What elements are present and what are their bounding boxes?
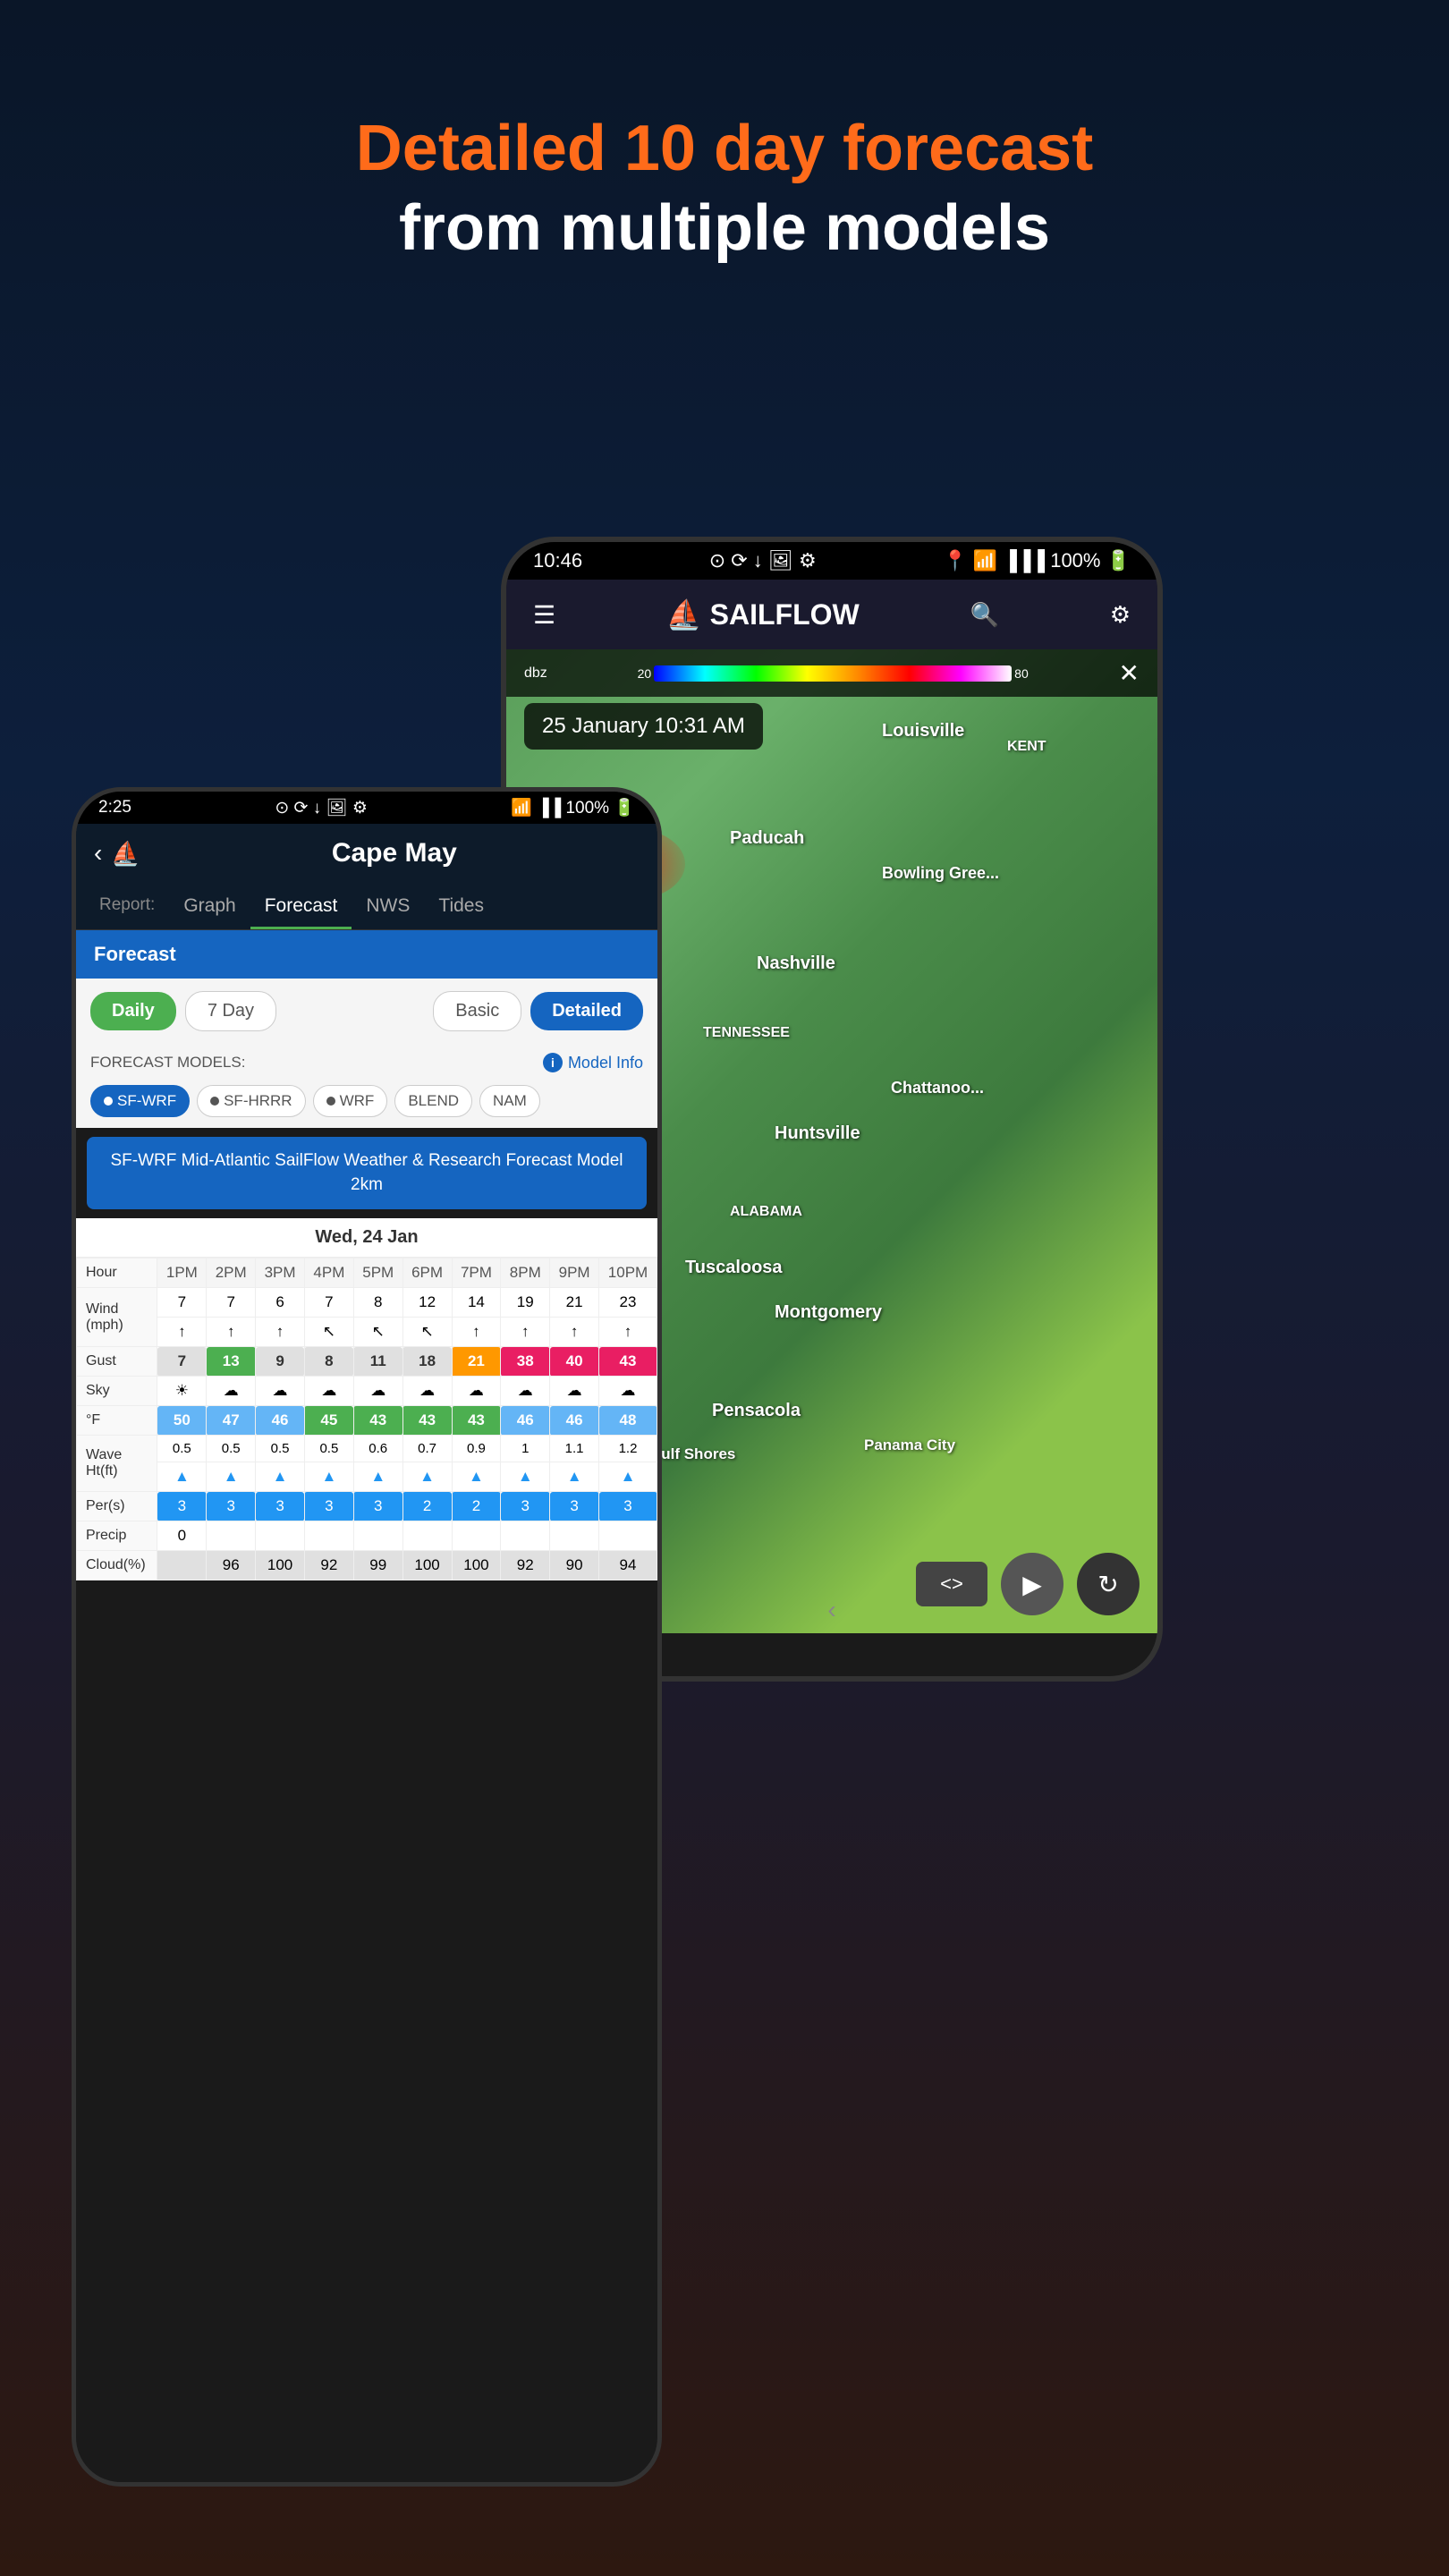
hour-label: Hour xyxy=(77,1258,157,1288)
model-sf-hrrr[interactable]: SF-HRRR xyxy=(197,1085,306,1117)
model-blend[interactable]: BLEND xyxy=(394,1085,472,1117)
temp-label: °F xyxy=(77,1406,157,1436)
scale-label: dbz xyxy=(524,665,547,682)
map-close-button[interactable]: ✕ xyxy=(1119,658,1140,688)
map-label-pensacola: Pensacola xyxy=(712,1401,801,1421)
seven-day-button[interactable]: 7 Day xyxy=(185,991,276,1031)
models-row: FORECAST MODELS: i Model Info xyxy=(76,1044,657,1081)
forecast-data-table: Hour 1PM 2PM 3PM 4PM 5PM 6PM 7PM 8PM 9PM… xyxy=(76,1258,657,1580)
wave-label: WaveHt(ft) xyxy=(77,1436,157,1492)
basic-button[interactable]: Basic xyxy=(433,991,521,1031)
date-header: Wed, 24 Jan xyxy=(76,1218,657,1258)
sailboat-icon: ⛵ xyxy=(111,840,140,868)
map-label-tennessee: TENNESSEE xyxy=(703,1025,790,1041)
hero-line1: Detailed 10 day forecast xyxy=(0,107,1449,191)
tab-report[interactable]: Report: xyxy=(85,883,169,929)
model-wrf[interactable]: WRF xyxy=(313,1085,388,1117)
search-icon[interactable]: 🔍 xyxy=(970,601,999,629)
color-scale: 20 80 xyxy=(638,665,1029,682)
refresh-button[interactable]: ↻ xyxy=(1077,1553,1140,1615)
wind-label: Wind(mph) xyxy=(77,1288,157,1347)
hour-row: Hour 1PM 2PM 3PM 4PM 5PM 6PM 7PM 8PM 9PM… xyxy=(77,1258,657,1288)
hero-line2: from multiple models xyxy=(0,191,1449,265)
nav-prev-next[interactable]: <> xyxy=(916,1562,987,1606)
map-overlay-bar: dbz 20 80 ✕ xyxy=(506,649,1157,697)
status-time-front: 2:25 xyxy=(98,798,131,818)
cloud-row: Cloud(%) 96 100 92 99 100 100 92 90 94 xyxy=(77,1551,657,1580)
cloud-label: Cloud(%) xyxy=(77,1551,157,1580)
location-name: Cape May xyxy=(149,838,640,869)
tab-nws[interactable]: NWS xyxy=(352,883,424,929)
phone-front: 2:25 ⊙ ⟳ ↓ 🖼 ⚙ 📶 ▐▐ 100% 🔋 ‹ ⛵ Cape May … xyxy=(72,787,662,2487)
status-right-front: 📶 ▐▐ 100% 🔋 xyxy=(511,797,635,818)
media-controls: <> ▶ ↻ xyxy=(916,1553,1140,1615)
settings-icon[interactable]: ⚙ xyxy=(1110,601,1131,629)
wave-arrow-row: ▲ ▲ ▲ ▲ ▲ ▲ ▲ ▲ ▲ ▲ xyxy=(77,1462,657,1492)
wave-ht-row: WaveHt(ft) 0.5 0.5 0.5 0.5 0.6 0.7 0.9 1… xyxy=(77,1436,657,1462)
map-label-montgomery: Montgomery xyxy=(775,1302,882,1323)
tab-tides[interactable]: Tides xyxy=(424,883,498,929)
gust-label: Gust xyxy=(77,1347,157,1377)
date-badge: 25 January 10:31 AM xyxy=(524,703,763,750)
map-label-tuscaloosa: Tuscaloosa xyxy=(685,1258,783,1278)
status-right-back: 📍 📶 ▐▐▐ 100% 🔋 xyxy=(943,549,1131,572)
bottom-chevron[interactable]: ‹ xyxy=(827,1596,835,1624)
tab-graph[interactable]: Graph xyxy=(169,883,250,929)
status-bar-front: 2:25 ⊙ ⟳ ↓ 🖼 ⚙ 📶 ▐▐ 100% 🔋 xyxy=(76,792,657,824)
models-label: FORECAST MODELS: xyxy=(90,1054,246,1072)
sky-label: Sky xyxy=(77,1377,157,1406)
back-button[interactable]: ‹ xyxy=(94,839,102,868)
play-button[interactable]: ▶ xyxy=(1001,1553,1063,1615)
table-scroll[interactable]: Hour 1PM 2PM 3PM 4PM 5PM 6PM 7PM 8PM 9PM… xyxy=(76,1258,657,1580)
model-info-icon[interactable]: i xyxy=(543,1053,563,1072)
model-title-bar: SF-WRF Mid-Atlantic SailFlow Weather & R… xyxy=(87,1137,647,1209)
detailed-button[interactable]: Detailed xyxy=(530,992,643,1030)
app-bar-back: ☰ ⛵ SAILFLOW 🔍 ⚙ xyxy=(506,580,1157,649)
model-sf-wrf[interactable]: SF-WRF xyxy=(90,1085,190,1117)
map-label-kent: KENT xyxy=(1007,739,1046,755)
map-label-paducah: Paducah xyxy=(730,828,804,849)
filter-row: Daily 7 Day Basic Detailed xyxy=(76,979,657,1044)
map-label-nashville: Nashville xyxy=(757,953,835,974)
model-info-label[interactable]: Model Info xyxy=(568,1054,643,1072)
map-label-alabama: ALABAMA xyxy=(730,1204,802,1220)
wind-dir-row: ↑ ↑ ↑ ↖ ↖ ↖ ↑ ↑ ↑ ↑ xyxy=(77,1318,657,1347)
menu-icon[interactable]: ☰ xyxy=(533,600,555,630)
status-icons-front: ⊙ ⟳ ↓ 🖼 ⚙ xyxy=(275,797,368,818)
status-time-back: 10:46 xyxy=(533,549,582,572)
sky-row: Sky ☀ ☁ ☁ ☁ ☁ ☁ ☁ ☁ ☁ ☁ xyxy=(77,1377,657,1406)
model-nam[interactable]: NAM xyxy=(479,1085,540,1117)
models-selector-row: SF-WRF SF-HRRR WRF BLEND NAM xyxy=(76,1081,657,1128)
period-label: Per(s) xyxy=(77,1492,157,1521)
map-label-bowling: Bowling Gree... xyxy=(882,864,999,883)
forecast-section-header: Forecast xyxy=(76,930,657,979)
period-row: Per(s) 3 3 3 3 3 2 2 3 3 3 xyxy=(77,1492,657,1521)
hero-section: Detailed 10 day forecast from multiple m… xyxy=(0,107,1449,265)
app-bar-front: ‹ ⛵ Cape May xyxy=(76,824,657,883)
precip-row: Precip 0 xyxy=(77,1521,657,1551)
status-bar-back: 10:46 ⊙ ⟳ ↓ 🖼 ⚙ 📍 📶 ▐▐▐ 100% 🔋 xyxy=(506,542,1157,580)
status-icons-back: ⊙ ⟳ ↓ 🖼 ⚙ xyxy=(709,549,817,572)
precip-label: Precip xyxy=(77,1521,157,1551)
map-label-huntsville: Huntsville xyxy=(775,1123,860,1144)
map-label-chattanooga: Chattanoo... xyxy=(891,1079,984,1097)
map-label-panama: Panama City xyxy=(864,1436,955,1454)
gust-row: Gust 7 13 9 8 11 18 21 38 40 43 xyxy=(77,1347,657,1377)
daily-button[interactable]: Daily xyxy=(90,992,176,1030)
temp-row: °F 50 47 46 45 43 43 43 46 46 48 xyxy=(77,1406,657,1436)
wind-speed-row: Wind(mph) 7 7 6 7 8 12 14 19 21 23 xyxy=(77,1288,657,1318)
map-label-louisville: Louisville xyxy=(882,721,964,741)
map-label-gulf: Gulf Shores xyxy=(649,1445,735,1463)
forecast-table: Wed, 24 Jan Hour 1PM 2PM 3PM 4PM 5PM 6PM… xyxy=(76,1218,657,1580)
tab-forecast[interactable]: Forecast xyxy=(250,883,352,929)
tab-bar: Report: Graph Forecast NWS Tides xyxy=(76,883,657,930)
